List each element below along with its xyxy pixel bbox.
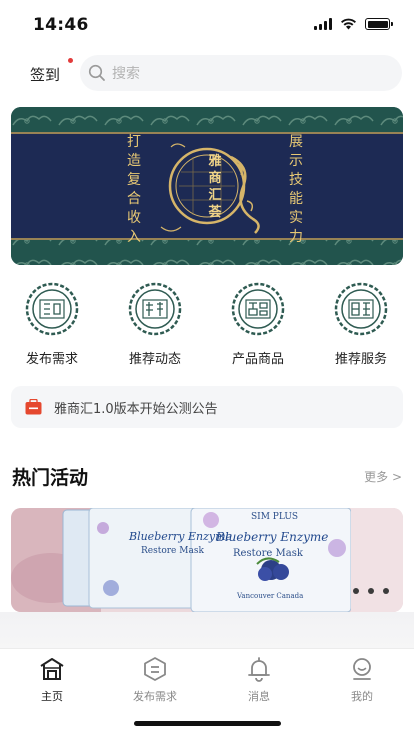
quick-item-recommended-news[interactable]: 推荐动态 <box>110 282 200 367</box>
home-indicator <box>134 721 281 726</box>
banner-slogan-right: 展示技能实力 <box>289 134 303 245</box>
quick-item-products[interactable]: 产品商品 <box>213 282 303 367</box>
cellular-signal-icon <box>314 18 332 30</box>
section-title-hot-activities: 热门活动 <box>12 467 89 489</box>
promo-banner[interactable]: 打造复合收入 雅商汇荟 展示技能实力 <box>11 107 403 265</box>
wifi-icon <box>341 18 356 30</box>
tab-profile[interactable]: 我的 <box>322 655 402 704</box>
quick-item-label: 发布需求 <box>25 352 78 367</box>
tab-publish-demand[interactable]: 发布需求 <box>115 655 195 704</box>
content-bottom-fade <box>0 612 414 650</box>
announcement-text: 雅商汇1.0版本开始公测公告 <box>54 401 218 417</box>
megaphone-icon <box>25 399 42 415</box>
status-icons <box>314 18 393 30</box>
search-icon <box>88 64 105 81</box>
card-product-subtitle-back: Restore Mask <box>141 546 204 556</box>
tab-label: 消息 <box>248 690 270 703</box>
carousel-dots[interactable] <box>353 588 389 594</box>
publish-icon <box>144 657 166 681</box>
checkin-badge-dot <box>68 58 73 63</box>
quick-menu: 发布需求 推荐动态 产品商品 推荐服务 <box>0 282 414 372</box>
carousel-dot[interactable] <box>368 588 374 594</box>
battery-icon <box>365 18 393 30</box>
more-link[interactable]: 更多 > <box>364 468 402 485</box>
seal-product-icon <box>231 282 285 336</box>
status-bar: 14:46 <box>0 0 414 50</box>
tab-label: 主页 <box>41 690 63 703</box>
quick-item-label: 推荐服务 <box>334 352 387 367</box>
banner-brand-title: 雅商汇荟 <box>208 154 222 220</box>
tab-messages[interactable]: 消息 <box>219 655 299 704</box>
profile-icon <box>353 658 371 680</box>
seal-service-icon <box>334 282 388 336</box>
seal-publish-icon <box>25 282 79 336</box>
search-input[interactable]: 搜索 <box>80 55 402 91</box>
home-icon <box>40 658 64 680</box>
bell-icon <box>248 657 270 682</box>
card-brand-label: SIM PLUS <box>251 512 299 522</box>
carousel-dot[interactable] <box>353 588 359 594</box>
quick-item-publish-demand[interactable]: 发布需求 <box>7 282 97 367</box>
carousel-dot[interactable] <box>383 588 389 594</box>
checkin-button[interactable]: 签到 <box>30 64 60 85</box>
announcement-bar[interactable]: 雅商汇1.0版本开始公测公告 <box>11 386 403 428</box>
card-origin-label: Vancouver Canada <box>237 592 304 600</box>
card-product-title: Blueberry Enzyme <box>216 530 329 544</box>
activity-card[interactable]: SIM PLUS Blueberry Enzyme Restore Mask B… <box>11 508 403 612</box>
status-time: 14:46 <box>33 15 89 35</box>
quick-item-label: 推荐动态 <box>128 352 181 367</box>
card-product-subtitle: Restore Mask <box>233 548 303 559</box>
banner-slogan-left: 打造复合收入 <box>127 134 141 245</box>
tab-label: 我的 <box>351 690 373 703</box>
seal-news-icon <box>128 282 182 336</box>
quick-item-label: 产品商品 <box>231 352 284 367</box>
quick-item-recommended-services[interactable]: 推荐服务 <box>316 282 406 367</box>
tab-home[interactable]: 主页 <box>12 655 92 704</box>
tab-label: 发布需求 <box>133 690 177 703</box>
search-placeholder: 搜索 <box>112 66 140 82</box>
activity-card-image <box>11 508 403 612</box>
